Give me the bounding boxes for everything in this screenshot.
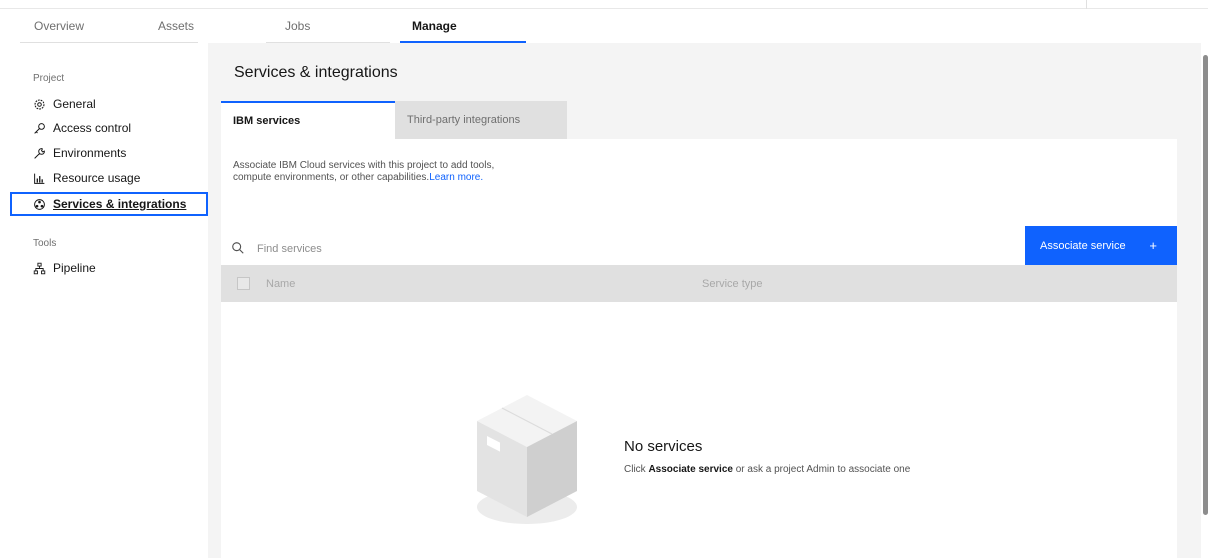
sidebar-item-label: Resource usage — [53, 171, 141, 185]
sidebar-item-label: Services & integrations — [53, 197, 187, 211]
empty-state-message: Click Associate service or ask a project… — [624, 464, 910, 475]
scrollbar[interactable] — [1201, 43, 1208, 558]
sidebar: Project General Access control Environme… — [0, 43, 212, 558]
column-header-service-type[interactable]: Service type — [702, 278, 763, 290]
tab-assets[interactable]: Assets — [20, 9, 198, 43]
sidebar-item-access-control[interactable]: Access control — [10, 116, 208, 140]
subtab-third-party-integrations[interactable]: Third-party integrations — [395, 101, 567, 139]
search-icon — [231, 241, 247, 257]
scrollbar-thumb[interactable] — [1203, 55, 1208, 515]
sidebar-item-pipeline[interactable]: Pipeline — [10, 256, 208, 280]
pipeline-icon — [32, 261, 46, 275]
header-divider — [1086, 0, 1087, 9]
sidebar-item-label: Access control — [53, 121, 132, 135]
top-tab-bar: Overview Assets Jobs Manage — [20, 9, 1208, 43]
empty-message-pre: Click — [624, 464, 649, 475]
select-all-checkbox[interactable] — [237, 277, 250, 290]
main-content: Services & integrations IBM services Thi… — [208, 43, 1208, 558]
key-icon — [32, 121, 46, 135]
wrench-icon — [32, 146, 46, 160]
tab-manage-label: Manage — [412, 19, 457, 33]
services-description: Associate IBM Cloud services with this p… — [233, 160, 513, 184]
tab-jobs-label: Jobs — [285, 19, 311, 33]
services-icon — [32, 197, 46, 211]
sidebar-item-general[interactable]: General — [10, 92, 208, 116]
empty-box-icon — [471, 389, 583, 529]
search-bar — [221, 230, 1025, 268]
sidebar-item-label: Pipeline — [53, 261, 96, 275]
tab-manage[interactable]: Manage — [400, 9, 526, 43]
sidebar-item-environments[interactable]: Environments — [10, 141, 208, 165]
sidebar-heading-project: Project — [33, 73, 65, 84]
tab-jobs[interactable]: Jobs — [266, 9, 390, 43]
tab-assets-label: Assets — [157, 19, 194, 33]
chart-icon — [32, 171, 46, 185]
table-header: Name Service type — [221, 265, 1177, 302]
empty-message-bold: Associate service — [648, 464, 733, 475]
associate-service-button[interactable]: Associate service + — [1025, 226, 1177, 265]
gear-icon — [32, 97, 46, 111]
services-panel: Associate IBM Cloud services with this p… — [221, 139, 1177, 558]
sidebar-item-label: General — [53, 97, 96, 111]
sidebar-heading-tools: Tools — [33, 238, 57, 249]
sidebar-item-services-integrations[interactable]: Services & integrations — [10, 192, 208, 216]
column-header-name[interactable]: Name — [266, 278, 295, 290]
sidebar-item-label: Environments — [53, 146, 127, 160]
plus-icon: + — [1149, 238, 1157, 253]
empty-message-post: or ask a project Admin to associate one — [732, 464, 911, 475]
empty-state-title: No services — [624, 438, 703, 455]
page-title: Services & integrations — [234, 64, 398, 81]
associate-service-label: Associate service — [1040, 239, 1126, 252]
subtab-ibm-services-label: IBM services — [233, 115, 301, 127]
search-input[interactable] — [257, 243, 857, 255]
sidebar-item-resource-usage[interactable]: Resource usage — [10, 166, 208, 190]
subtab-third-party-label: Third-party integrations — [407, 114, 521, 126]
learn-more-link[interactable]: Learn more. — [429, 172, 483, 183]
subtab-ibm-services[interactable]: IBM services — [221, 101, 395, 139]
